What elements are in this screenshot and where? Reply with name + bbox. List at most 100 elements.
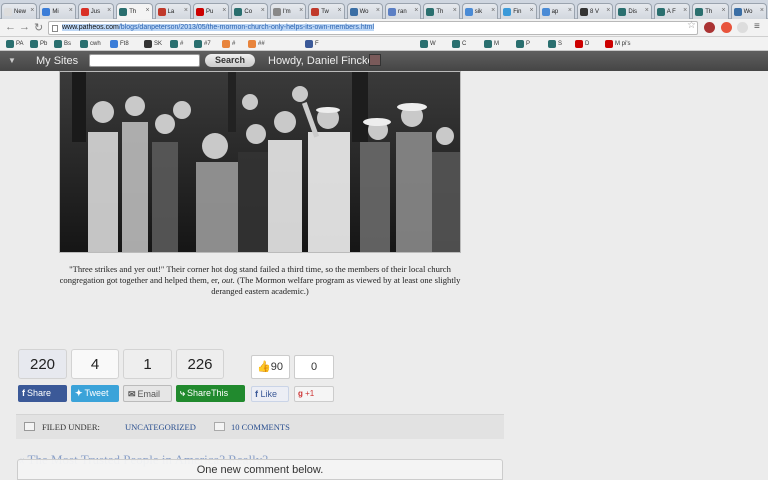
tab-close-icon[interactable]: ×: [606, 7, 610, 14]
browser-tab[interactable]: ran ×: [385, 3, 422, 19]
tab-close-icon[interactable]: ×: [760, 7, 764, 14]
bookmark-item[interactable]: M pi's: [605, 39, 630, 49]
forward-icon[interactable]: →: [19, 21, 30, 33]
menu-icon[interactable]: ≡: [754, 21, 760, 32]
tab-label: A F: [666, 8, 676, 15]
tab-close-icon[interactable]: ×: [568, 7, 572, 14]
browser-tab[interactable]: Jus ×: [77, 3, 115, 19]
tab-close-icon[interactable]: ×: [145, 7, 149, 14]
browser-tab[interactable]: A F ×: [653, 3, 691, 19]
address-bar[interactable]: www.patheos.com/blogs/danpeterson/2013/0…: [48, 21, 698, 35]
extension-icon[interactable]: [737, 22, 748, 33]
bookmark-item[interactable]: S: [548, 39, 562, 49]
bookmark-label: Bs: [64, 41, 72, 47]
bookmark-item[interactable]: PA: [6, 39, 24, 49]
browser-tab[interactable]: New ×: [1, 3, 38, 19]
extension-icon[interactable]: [704, 22, 715, 33]
browser-tab[interactable]: I'm ×: [269, 3, 307, 19]
browser-tab[interactable]: Dis ×: [615, 3, 652, 19]
bookmark-item[interactable]: #: [170, 39, 183, 49]
tab-close-icon[interactable]: ×: [30, 7, 34, 14]
new-comment-notice[interactable]: One new comment below.: [17, 459, 503, 480]
email-button[interactable]: ✉ Email: [123, 385, 172, 402]
browser-tab[interactable]: ap ×: [538, 3, 575, 19]
browser-tab[interactable]: Mi ×: [39, 3, 76, 19]
tab-close-icon[interactable]: ×: [222, 7, 226, 14]
tweet-button[interactable]: ✦ Tweet: [71, 385, 119, 402]
tab-close-icon[interactable]: ×: [337, 7, 341, 14]
search-input[interactable]: [89, 54, 200, 67]
tab-close-icon[interactable]: ×: [299, 7, 303, 14]
tab-close-icon[interactable]: ×: [261, 7, 265, 14]
tab-close-icon[interactable]: ×: [107, 7, 111, 14]
tab-close-icon[interactable]: ×: [453, 7, 457, 14]
browser-tab[interactable]: Fin ×: [500, 3, 537, 19]
bookmark-label: #7: [204, 41, 211, 47]
browser-tab[interactable]: Wo ×: [730, 3, 767, 19]
avatar[interactable]: [369, 54, 381, 66]
browser-tab[interactable]: Th ×: [692, 3, 729, 19]
browser-tab[interactable]: sik ×: [461, 3, 499, 19]
browser-tab[interactable]: La ×: [154, 3, 191, 19]
back-icon[interactable]: ←: [5, 21, 16, 33]
tab-close-icon[interactable]: ×: [645, 7, 649, 14]
admin-menu-arrow-icon[interactable]: ▼: [8, 56, 16, 65]
bookmark-item[interactable]: D: [575, 39, 589, 49]
fb-like-button[interactable]: f Like: [251, 386, 289, 402]
bookmark-item[interactable]: ##: [248, 39, 265, 49]
bookmark-label: F: [315, 41, 319, 47]
tab-close-icon[interactable]: ×: [69, 7, 73, 14]
browser-tab[interactable]: Co ×: [231, 3, 268, 19]
tab-favicon-icon: [311, 7, 320, 16]
bookmark-item[interactable]: Bs: [54, 39, 71, 49]
my-sites-link[interactable]: My Sites: [36, 55, 78, 67]
filed-under-label: FILED UNDER:: [42, 422, 100, 432]
google-icon: g: [298, 389, 303, 398]
browser-tab[interactable]: Wo ×: [346, 3, 383, 19]
browser-tab[interactable]: Th ×: [423, 3, 460, 19]
bookmark-item[interactable]: C: [452, 39, 466, 49]
bookmark-item[interactable]: #: [222, 39, 235, 49]
browser-tab[interactable]: Pu ×: [193, 3, 230, 19]
gplus-button[interactable]: g +1: [294, 386, 334, 402]
page-icon: [52, 25, 58, 32]
bookmark-item[interactable]: SK: [144, 39, 162, 49]
tab-close-icon[interactable]: ×: [529, 7, 533, 14]
tab-label: Pu: [206, 8, 214, 15]
bookmark-favicon-icon: [80, 40, 88, 48]
comments-link[interactable]: 10 COMMENTS: [231, 422, 290, 432]
tab-favicon-icon: [349, 7, 358, 16]
tab-close-icon[interactable]: ×: [683, 7, 687, 14]
bookmark-item[interactable]: F: [305, 39, 319, 49]
tab-favicon-icon: [196, 7, 204, 16]
bookmark-favicon-icon: [248, 40, 256, 48]
browser-tab[interactable]: 8 V ×: [577, 3, 614, 19]
tab-label: La: [167, 8, 175, 15]
tab-close-icon[interactable]: ×: [721, 7, 725, 14]
tab-close-icon[interactable]: ×: [491, 7, 495, 14]
sharethis-button[interactable]: ⤷ ShareThis: [176, 385, 245, 402]
bookmark-item[interactable]: W: [420, 39, 436, 49]
bookmark-item[interactable]: M: [484, 39, 499, 49]
extension-icon[interactable]: [721, 22, 732, 33]
tab-label: ap: [551, 8, 559, 15]
bookmark-star-icon[interactable]: ☆: [687, 20, 696, 31]
tab-close-icon[interactable]: ×: [414, 7, 418, 14]
facebook-share-button[interactable]: f Share: [18, 385, 67, 402]
bookmark-item[interactable]: cwh: [80, 39, 101, 49]
bookmark-item[interactable]: Pb: [30, 39, 47, 49]
bookmark-item[interactable]: Ft8: [110, 39, 129, 49]
reload-icon[interactable]: ↻: [34, 21, 43, 34]
tab-close-icon[interactable]: ×: [184, 7, 188, 14]
category-link[interactable]: UNCATEGORIZED: [125, 422, 196, 432]
bookmark-favicon-icon: [548, 40, 556, 48]
bookmark-favicon-icon: [575, 40, 583, 48]
bookmark-item[interactable]: P: [516, 39, 530, 49]
bookmark-item[interactable]: #7: [194, 39, 211, 49]
browser-tab[interactable]: Tw ×: [308, 3, 345, 19]
howdy-user-link[interactable]: Howdy, Daniel Fincke: [268, 55, 374, 67]
browser-tab[interactable]: Th ×: [116, 3, 153, 19]
tab-close-icon[interactable]: ×: [376, 7, 380, 14]
bookmark-label: cwh: [90, 41, 101, 47]
search-button[interactable]: Search: [205, 54, 255, 67]
